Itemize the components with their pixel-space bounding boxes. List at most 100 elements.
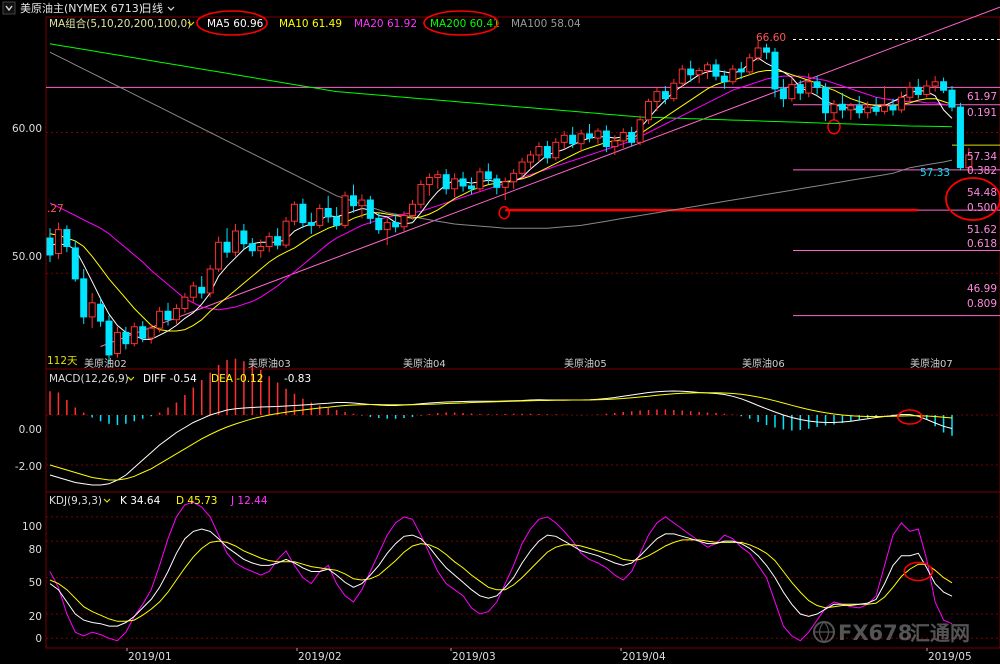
candle-body bbox=[324, 207, 332, 218]
candlestick bbox=[746, 53, 754, 75]
candlestick bbox=[645, 98, 653, 125]
candlestick bbox=[231, 223, 239, 257]
candlestick bbox=[484, 163, 492, 185]
candle-body bbox=[54, 229, 62, 255]
candlestick bbox=[653, 87, 661, 112]
candlestick bbox=[569, 126, 577, 148]
candlestick bbox=[628, 126, 636, 147]
ma200-touch-circle bbox=[827, 119, 841, 135]
macd-tick-minus2: -2.00 bbox=[15, 461, 42, 473]
date-label-mar: 2019/03 bbox=[452, 651, 496, 663]
candlestick bbox=[383, 218, 391, 246]
candle-body bbox=[417, 184, 425, 205]
candle-body bbox=[822, 86, 830, 114]
fib-ratio-4: 0.618 bbox=[967, 238, 997, 250]
candlestick bbox=[215, 236, 223, 272]
chevron-down-icon[interactable] bbox=[2, 1, 16, 15]
candlestick bbox=[451, 173, 459, 198]
contract-label-05: 美原油05 bbox=[564, 357, 607, 370]
candle-body bbox=[923, 85, 931, 95]
candlestick bbox=[881, 85, 889, 115]
candlestick bbox=[940, 77, 948, 94]
candlestick bbox=[299, 198, 307, 229]
candle-body bbox=[931, 81, 939, 87]
candle-body bbox=[358, 199, 366, 207]
candlestick bbox=[956, 102, 964, 171]
candlestick bbox=[88, 292, 96, 329]
date-axis: 2019/01 2019/02 2019/03 2019/04 2019/05 bbox=[128, 651, 972, 663]
candle-body bbox=[493, 178, 501, 188]
candle-body bbox=[88, 302, 96, 318]
contract-label-02: 美原油02 bbox=[84, 357, 127, 370]
candlestick bbox=[181, 292, 189, 313]
candlestick bbox=[80, 269, 88, 324]
period-dropdown-icon[interactable] bbox=[167, 6, 175, 11]
candle-body bbox=[661, 91, 669, 100]
candle-body bbox=[602, 130, 610, 148]
candlestick bbox=[897, 91, 905, 113]
candle-body bbox=[577, 133, 585, 145]
kdj-tick-80: 80 bbox=[29, 544, 42, 556]
candle-body bbox=[594, 130, 602, 139]
candle-body bbox=[940, 81, 948, 91]
macd-legend: MACD(12,26,9) DIFF -0.54 DEA -0.12 -0.83… bbox=[15, 373, 311, 473]
candlestick bbox=[560, 131, 568, 150]
candle-body bbox=[543, 146, 551, 159]
candle-body bbox=[720, 75, 728, 83]
candle-body bbox=[897, 96, 905, 111]
candlestick bbox=[282, 216, 290, 248]
candlestick bbox=[172, 304, 180, 324]
candlestick bbox=[948, 85, 956, 112]
fib-ratio-1: 0.191 bbox=[967, 107, 997, 119]
candle-body bbox=[788, 84, 796, 100]
candlestick bbox=[223, 228, 231, 258]
candle-body bbox=[552, 141, 560, 159]
candlestick bbox=[552, 138, 560, 161]
candle-body bbox=[113, 331, 121, 355]
candle-body bbox=[400, 215, 408, 228]
candle-body bbox=[223, 241, 231, 253]
candle-body bbox=[796, 84, 804, 94]
period-selector[interactable]: 日线 bbox=[141, 1, 163, 15]
candle-body bbox=[290, 203, 298, 222]
candle-body bbox=[484, 171, 492, 180]
candlestick bbox=[198, 276, 206, 299]
kdj-legend-label: KDJ(9,3,3) bbox=[49, 495, 102, 507]
candlestick bbox=[678, 64, 686, 88]
candlestick bbox=[720, 70, 728, 89]
candle-body bbox=[754, 47, 762, 59]
fib-ratio-3: 0.500 bbox=[967, 202, 997, 214]
candle-body bbox=[442, 174, 450, 190]
candle-body bbox=[763, 47, 771, 53]
candlestick bbox=[341, 191, 349, 229]
trend-line bbox=[100, 6, 1000, 347]
candle-body bbox=[619, 131, 627, 142]
candle-body bbox=[779, 88, 787, 100]
price-tick-50: 50.00 bbox=[12, 251, 42, 263]
candlestick bbox=[729, 64, 737, 85]
candlestick bbox=[46, 228, 54, 262]
candle-body bbox=[501, 181, 509, 188]
candlestick bbox=[788, 77, 796, 102]
candle-body bbox=[948, 89, 956, 108]
contract-label-04: 美原油04 bbox=[403, 357, 446, 370]
candlestick bbox=[695, 67, 703, 84]
candlestick bbox=[307, 212, 315, 234]
watermark-logo: FX678 汇通网 bbox=[813, 621, 970, 645]
support-touch-circle bbox=[498, 205, 510, 220]
ma20-legend: MA20 61.92 bbox=[354, 18, 417, 30]
macd-diff-legend: DIFF -0.54 bbox=[143, 373, 197, 385]
candle-body bbox=[670, 82, 678, 100]
candlestick bbox=[274, 228, 282, 250]
candlestick bbox=[54, 222, 62, 260]
candlestick bbox=[425, 173, 433, 196]
candle-body bbox=[156, 310, 164, 329]
candle-body bbox=[172, 307, 180, 321]
candle-body bbox=[569, 134, 577, 145]
candle-body bbox=[248, 243, 256, 252]
candle-body bbox=[611, 140, 619, 148]
candle-body bbox=[771, 51, 779, 90]
candle-body bbox=[164, 310, 172, 321]
macd-value-legend: -0.83 bbox=[284, 373, 311, 385]
candle-body bbox=[451, 178, 459, 190]
